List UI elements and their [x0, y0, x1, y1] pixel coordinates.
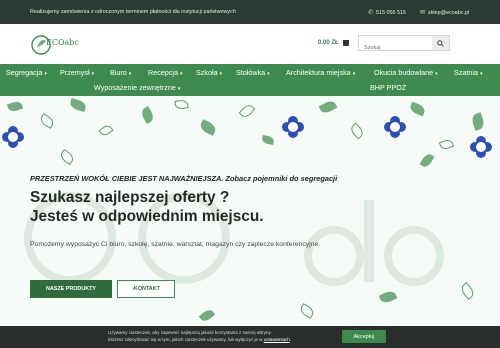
leaf-decoration	[38, 113, 56, 129]
chevron-down-icon: ▾	[352, 71, 356, 77]
search-icon	[437, 39, 444, 47]
main-navigation: Segregacja ▾ Przemysł ▾ Biuro ▾ Recepcja ▾ S…	[0, 64, 500, 96]
leaf-decoration	[261, 135, 275, 145]
nav-item-segregacja[interactable]: Segregacja ▾	[6, 68, 47, 77]
flower-decoration	[384, 116, 406, 138]
leaf-decoration	[348, 122, 366, 140]
flower-decoration	[2, 126, 24, 148]
nav-item-szatnia[interactable]: Szatnia ▾	[454, 68, 483, 77]
nav-item-architektura[interactable]: Architektura miejska ▾	[286, 68, 355, 77]
leaf-decoration	[6, 99, 24, 114]
search-input[interactable]	[359, 41, 429, 55]
nav-item-szkola[interactable]: Szkoła ▾	[196, 68, 222, 77]
flower-decoration	[470, 136, 492, 158]
cart-summary[interactable]: 0.00 ZŁ	[318, 40, 349, 46]
our-products-button[interactable]: NASZE PRODUKTY	[30, 280, 112, 298]
leaf-decoration	[198, 307, 216, 324]
chevron-down-icon: ▾	[179, 71, 183, 77]
chevron-down-icon: ▾	[479, 71, 483, 77]
leaf-decoration	[238, 102, 256, 120]
logo-text[interactable]: ECOabc	[46, 38, 79, 47]
phone-contact[interactable]: ✆ 515 056 515	[368, 9, 406, 17]
hero-banner: PRZESTRZEŃ WOKÓŁ CIEBIE JEST NAJWAŻNIEJS…	[0, 96, 500, 332]
accept-cookies-button[interactable]: Akceptuj	[342, 330, 386, 343]
chevron-down-icon: ▾	[128, 71, 132, 77]
nav-item-recepcja[interactable]: Recepcja ▾	[148, 68, 182, 77]
chevron-down-icon: ▾	[44, 71, 47, 77]
headline-line-1: Szukasz najlepszej oferty ?	[30, 189, 230, 206]
site-header: ECOabc 0.00 ZŁ	[0, 24, 500, 64]
cookie-settings-link[interactable]: ustawieniach	[264, 337, 290, 342]
chevron-down-icon: ▾	[267, 71, 270, 77]
search-button[interactable]	[432, 36, 449, 50]
nav-item-przemysl[interactable]: Przemysł ▾	[60, 68, 94, 77]
cookie-text-line-2: Możesz zdecydować się w tym, jakich cias…	[108, 337, 292, 342]
hero-subtext: Pomożemy wyposażyć Ci biuro, szkołę, sza…	[30, 241, 321, 248]
leaf-decoration	[139, 106, 156, 124]
leaf-decoration	[98, 123, 114, 138]
info-message: Realizujemy zamówienia z odroczonym term…	[30, 9, 236, 15]
nav-item-okucia[interactable]: Okucia budowlane ▾	[374, 68, 438, 77]
chevron-down-icon: ▾	[435, 71, 438, 77]
email-address[interactable]: sklep@ecoabc.pl	[428, 10, 469, 16]
leaf-decoration	[58, 148, 76, 166]
leaf-decoration	[470, 112, 486, 131]
cookie-banner: Używamy ciasteczek, aby zapewnić najleps…	[0, 326, 500, 348]
nav-item-stolowka[interactable]: Stołówka ▾	[236, 68, 270, 77]
chevron-down-icon: ▾	[177, 86, 181, 92]
hero-headline: Szukasz najlepszej oferty ? Jesteś w odp…	[30, 188, 264, 226]
leaf-decoration	[408, 101, 427, 117]
flower-decoration	[282, 116, 304, 138]
nav-item-wyposazenie[interactable]: Wyposażenie zewnętrzne ▾	[94, 83, 180, 92]
chevron-down-icon: ▾	[91, 71, 95, 77]
cookie-text-line-1: Używamy ciasteczek, aby zapewnić najleps…	[108, 330, 272, 335]
shopping-bag-icon[interactable]	[342, 40, 349, 46]
contact-button[interactable]: ›KONTAKT	[117, 280, 175, 298]
email-contact[interactable]: ✉ sklep@ecoabc.pl	[420, 9, 469, 17]
envelope-icon: ✉	[420, 10, 426, 16]
leaf-decoration	[438, 138, 455, 151]
hero-tagline[interactable]: PRZESTRZEŃ WOKÓŁ CIEBIE JEST NAJWAŻNIEJS…	[30, 174, 337, 183]
leaf-decoration	[198, 119, 218, 136]
headline-line-2: Jesteś w odpowiednim miejscu.	[30, 208, 264, 225]
leaf-decoration	[318, 98, 338, 116]
phone-number[interactable]: 515 056 515	[376, 10, 406, 16]
phone-icon: ✆	[368, 10, 374, 16]
top-info-bar: Realizujemy zamówienia z odroczonym term…	[0, 0, 500, 24]
nav-item-bhp[interactable]: BHP PPOŻ	[370, 83, 406, 92]
chevron-down-icon: ▾	[219, 71, 223, 77]
leaf-decoration	[298, 303, 316, 319]
cart-total[interactable]: 0.00 ZŁ	[318, 40, 339, 46]
leaf-decoration	[174, 98, 189, 111]
nav-item-biuro[interactable]: Biuro ▾	[110, 68, 131, 77]
search-box	[358, 35, 450, 55]
leaf-decoration	[419, 152, 435, 169]
leaf-decoration	[68, 98, 88, 112]
